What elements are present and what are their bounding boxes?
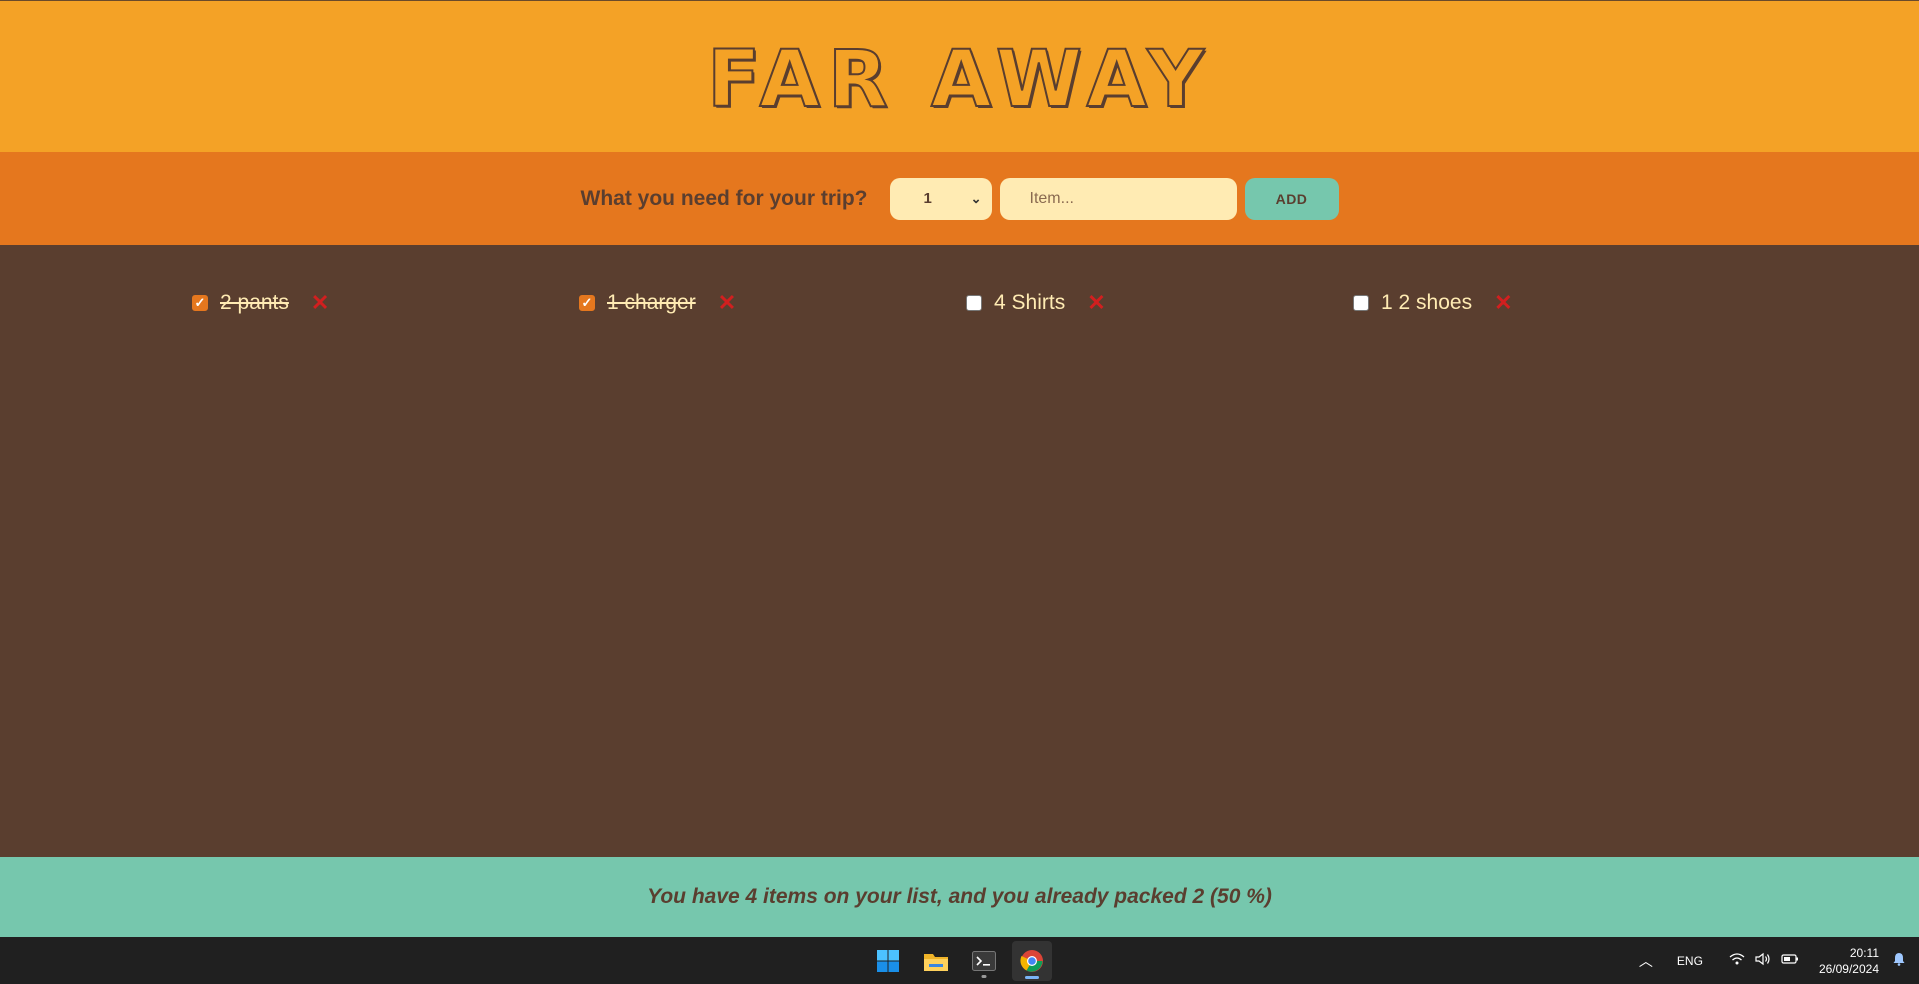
battery-icon bbox=[1781, 952, 1799, 969]
delete-icon[interactable]: ✕ bbox=[1087, 290, 1105, 316]
item-label: 1 2 shoes bbox=[1381, 291, 1473, 314]
add-item-form: What you need for your trip? 1 ⌄ ADD bbox=[0, 152, 1919, 245]
delete-icon[interactable]: ✕ bbox=[311, 290, 329, 316]
list-item: 4 Shirts ✕ bbox=[966, 288, 1353, 318]
terminal-icon[interactable] bbox=[964, 941, 1004, 981]
list-item: ✓ 2 pants ✕ bbox=[192, 288, 579, 318]
notification-bell-icon[interactable] bbox=[1893, 952, 1905, 969]
stats-text: You have 4 items on your list, and you a… bbox=[647, 885, 1272, 908]
packed-checkbox[interactable]: ✓ bbox=[579, 295, 595, 311]
chevron-down-icon: ⌄ bbox=[970, 190, 982, 206]
list-item: ✓ 1 charger ✕ bbox=[579, 288, 966, 318]
system-tray: ︿ ENG 20:11 26/09/2024 bbox=[1639, 937, 1919, 984]
packing-list: ✓ 2 pants ✕ ✓ 1 charger ✕ 4 Shirts ✕ 1 2… bbox=[0, 245, 1919, 857]
stats-footer: You have 4 items on your list, and you a… bbox=[0, 857, 1919, 937]
quantity-select[interactable]: 1 ⌄ bbox=[889, 177, 992, 220]
item-label: 2 pants bbox=[220, 291, 289, 314]
app: FAR AWAY What you need for your trip? 1 … bbox=[0, 0, 1919, 937]
wifi-icon bbox=[1729, 952, 1745, 969]
taskbar: ︿ ENG 20:11 26/09/2024 bbox=[0, 937, 1919, 984]
windows-start-icon[interactable] bbox=[868, 941, 908, 981]
taskbar-apps bbox=[868, 937, 1052, 984]
clock[interactable]: 20:11 26/09/2024 bbox=[1819, 945, 1879, 977]
clock-date: 26/09/2024 bbox=[1818, 961, 1879, 976]
language-indicator[interactable]: ENG bbox=[1677, 954, 1703, 968]
chrome-icon[interactable] bbox=[1011, 940, 1052, 981]
chevron-up-icon[interactable]: ︿ bbox=[1639, 951, 1653, 971]
packed-checkbox[interactable]: ✓ bbox=[192, 295, 208, 311]
add-button[interactable]: ADD bbox=[1244, 177, 1339, 220]
packed-checkbox[interactable] bbox=[966, 295, 982, 311]
quantity-value: 1 bbox=[923, 190, 932, 207]
app-title: FAR AWAY bbox=[706, 34, 1212, 125]
status-icons[interactable] bbox=[1729, 952, 1799, 969]
packed-checkbox[interactable] bbox=[1353, 295, 1369, 311]
item-label: 4 Shirts bbox=[994, 291, 1066, 314]
delete-icon[interactable]: ✕ bbox=[1494, 290, 1512, 316]
delete-icon[interactable]: ✕ bbox=[718, 290, 736, 316]
clock-time: 20:11 bbox=[1849, 945, 1879, 960]
volume-icon bbox=[1755, 952, 1771, 969]
list-item: 1 2 shoes ✕ bbox=[1353, 288, 1740, 318]
header: FAR AWAY bbox=[0, 0, 1919, 152]
form-prompt: What you need for your trip? bbox=[580, 186, 868, 210]
item-label: 1 charger bbox=[607, 291, 696, 314]
item-input[interactable] bbox=[999, 177, 1237, 220]
file-explorer-icon[interactable] bbox=[916, 941, 956, 981]
